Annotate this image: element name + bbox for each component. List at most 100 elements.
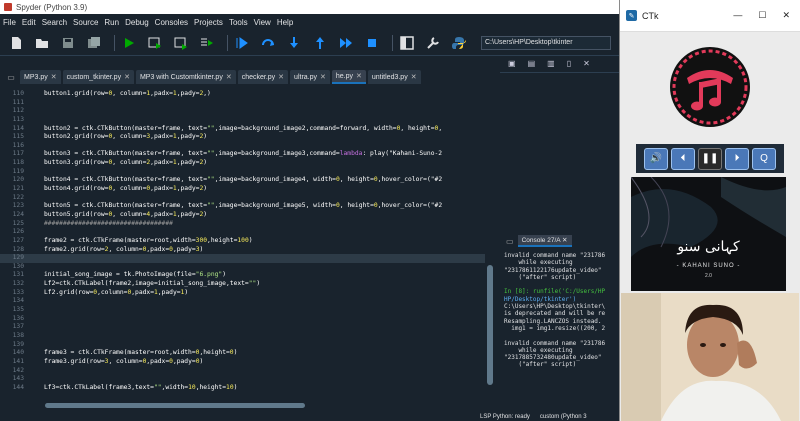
ipython-console[interactable]: invalid command name "231786 while execu… [500,250,616,410]
code-line[interactable]: 128 frame2.grid(row=2, column=0,padx=0,pa… [0,246,485,255]
console-tab[interactable]: Console 27/A ✕ [517,235,572,247]
new-file-icon[interactable] [6,33,26,53]
editor-tab[interactable]: untitled3.py ✕ [367,70,421,84]
code-line[interactable]: 144 Lf3=ctk.CTkLabel(frame3,text="",width… [0,384,485,393]
code-line[interactable]: 117 button3 = ctk.CTkButton(master=frame,… [0,150,485,159]
code-line[interactable]: 112 [0,107,485,116]
menu-item-view[interactable]: View [254,18,271,27]
code-line[interactable]: 143 [0,375,485,384]
step-return-icon[interactable] [310,33,330,53]
code-area[interactable]: 110 button1.grid(row=0, column=1,padx=1,p… [0,90,485,400]
import-data-icon[interactable]: ▣ [508,59,516,68]
code-line[interactable]: 130 [0,263,485,272]
menu-item-consoles[interactable]: Consoles [155,18,188,27]
code-line[interactable]: 115 button2.grid(row=0, column=3,padx=1,p… [0,133,485,142]
editor-tab[interactable]: checker.py ✕ [237,70,289,84]
scrollbar-thumb[interactable] [45,403,305,408]
menu-item-run[interactable]: Run [104,18,119,27]
code-line[interactable]: 127 frame2 = ctk.CTkFrame(master=root,wid… [0,237,485,246]
code-line[interactable]: 138 [0,332,485,341]
save-all-icon[interactable] [84,33,104,53]
code-line[interactable]: 120 button4 = ctk.CTkButton(master=frame,… [0,176,485,185]
code-line[interactable]: 111 [0,99,485,108]
run-cell-advance-icon[interactable] [171,33,191,53]
editor-tab[interactable]: ultra.py ✕ [290,70,330,84]
code-line[interactable]: 124 button5.grid(row=0, column=4,padx=1,p… [0,211,485,220]
editor-horizontal-scrollbar[interactable] [45,401,485,409]
scrollbar-thumb[interactable] [487,265,493,385]
menu-item-search[interactable]: Search [42,18,67,27]
close-icon[interactable]: ✕ [320,73,326,81]
close-icon[interactable]: ✕ [562,237,567,244]
code-line[interactable]: 132 Lf2=ctk.CTkLabel(frame2,image=initial… [0,280,485,289]
code-line[interactable]: 116 [0,142,485,151]
working-directory-input[interactable]: C:\Users\HP\Desktop\tkinter [481,35,611,50]
code-line[interactable]: 119 [0,168,485,177]
step-over-icon[interactable] [258,33,278,53]
code-line[interactable]: 141 frame3.grid(row=3, column=0,padx=0,pa… [0,358,485,367]
close-icon[interactable]: ✕ [51,73,57,81]
step-into-icon[interactable] [284,33,304,53]
code-line[interactable]: 123 button5 = ctk.CTkButton(master=frame,… [0,202,485,211]
code-line[interactable]: 114 button2 = ctk.CTkButton(master=frame,… [0,125,485,134]
code-line[interactable]: 137 [0,323,485,332]
save-icon[interactable] [58,33,78,53]
save-data-as-icon[interactable]: ▥ [547,59,555,68]
stop-icon[interactable] [362,33,382,53]
code-line[interactable]: 125 ################################## [0,220,485,229]
editor-tab[interactable]: custom_tkinter.py ✕ [62,70,134,84]
maximize-button[interactable]: ☐ [758,10,766,21]
maximize-pane-icon[interactable] [397,33,417,53]
code-line[interactable]: 121 button4.grid(row=0, column=0,padx=1,p… [0,185,485,194]
open-folder-icon[interactable] [32,33,52,53]
code-line[interactable]: 122 [0,194,485,203]
code-line[interactable]: 135 [0,306,485,315]
editor-tab[interactable]: he.py ✕ [331,70,366,84]
file-browse-icon[interactable]: ▭ [4,70,18,84]
menu-item-edit[interactable]: Edit [22,18,36,27]
menu-item-help[interactable]: Help [277,18,293,27]
run-selection-icon[interactable] [197,33,217,53]
code-line[interactable]: 129 [0,254,485,263]
code-line[interactable]: 136 [0,315,485,324]
menu-item-file[interactable]: File [3,18,16,27]
close-icon[interactable]: ✕ [226,73,232,81]
code-line[interactable]: 118 button3.grid(row=0, column=2,padx=1,p… [0,159,485,168]
close-window-button[interactable]: ✕ [782,10,790,21]
menu-item-projects[interactable]: Projects [194,18,223,27]
next-button[interactable]: ⏵ [725,147,749,170]
save-data-icon[interactable]: ▤ [528,59,536,68]
code-line[interactable]: 126 [0,228,485,237]
code-line[interactable]: 140 frame3 = ctk.CTkFrame(master=root,wid… [0,349,485,358]
menu-item-source[interactable]: Source [73,18,98,27]
pause-button[interactable]: ❚❚ [698,147,722,170]
minimize-button[interactable]: — [733,10,742,21]
search-button[interactable]: Q [752,147,776,170]
code-line[interactable]: 110 button1.grid(row=0, column=1,padx=1,p… [0,90,485,99]
editor-vertical-scrollbar[interactable] [485,90,495,400]
close-icon[interactable]: ✕ [411,73,417,81]
run-icon[interactable] [119,33,139,53]
editor-tab[interactable]: MP3 with Customtkinter.py ✕ [135,70,236,84]
debug-icon[interactable] [232,33,252,53]
menu-item-debug[interactable]: Debug [125,18,149,27]
code-line[interactable]: 133 Lf2.grid(row=0,column=0,padx=1,pady=1… [0,289,485,298]
python-path-icon[interactable] [449,33,469,53]
previous-button[interactable]: ⏴ [671,147,695,170]
continue-icon[interactable] [336,33,356,53]
remove-variables-icon[interactable]: ▯ [567,59,571,68]
preferences-wrench-icon[interactable] [423,33,443,53]
code-line[interactable]: 134 [0,297,485,306]
search-variables-icon[interactable]: ✕ [583,59,590,68]
run-cell-icon[interactable] [145,33,165,53]
menu-item-tools[interactable]: Tools [229,18,248,27]
close-icon[interactable]: ✕ [278,73,284,81]
editor-tab[interactable]: MP3.py ✕ [20,70,61,84]
volume-button[interactable]: 🔊 [644,147,668,170]
code-line[interactable]: 131 initial_song_image = tk.PhotoImage(fi… [0,271,485,280]
close-icon[interactable]: ✕ [124,73,130,81]
code-line[interactable]: 139 [0,341,485,350]
code-line[interactable]: 113 [0,116,485,125]
code-line[interactable]: 142 [0,367,485,376]
console-browse-icon[interactable]: ▭ [506,237,514,246]
